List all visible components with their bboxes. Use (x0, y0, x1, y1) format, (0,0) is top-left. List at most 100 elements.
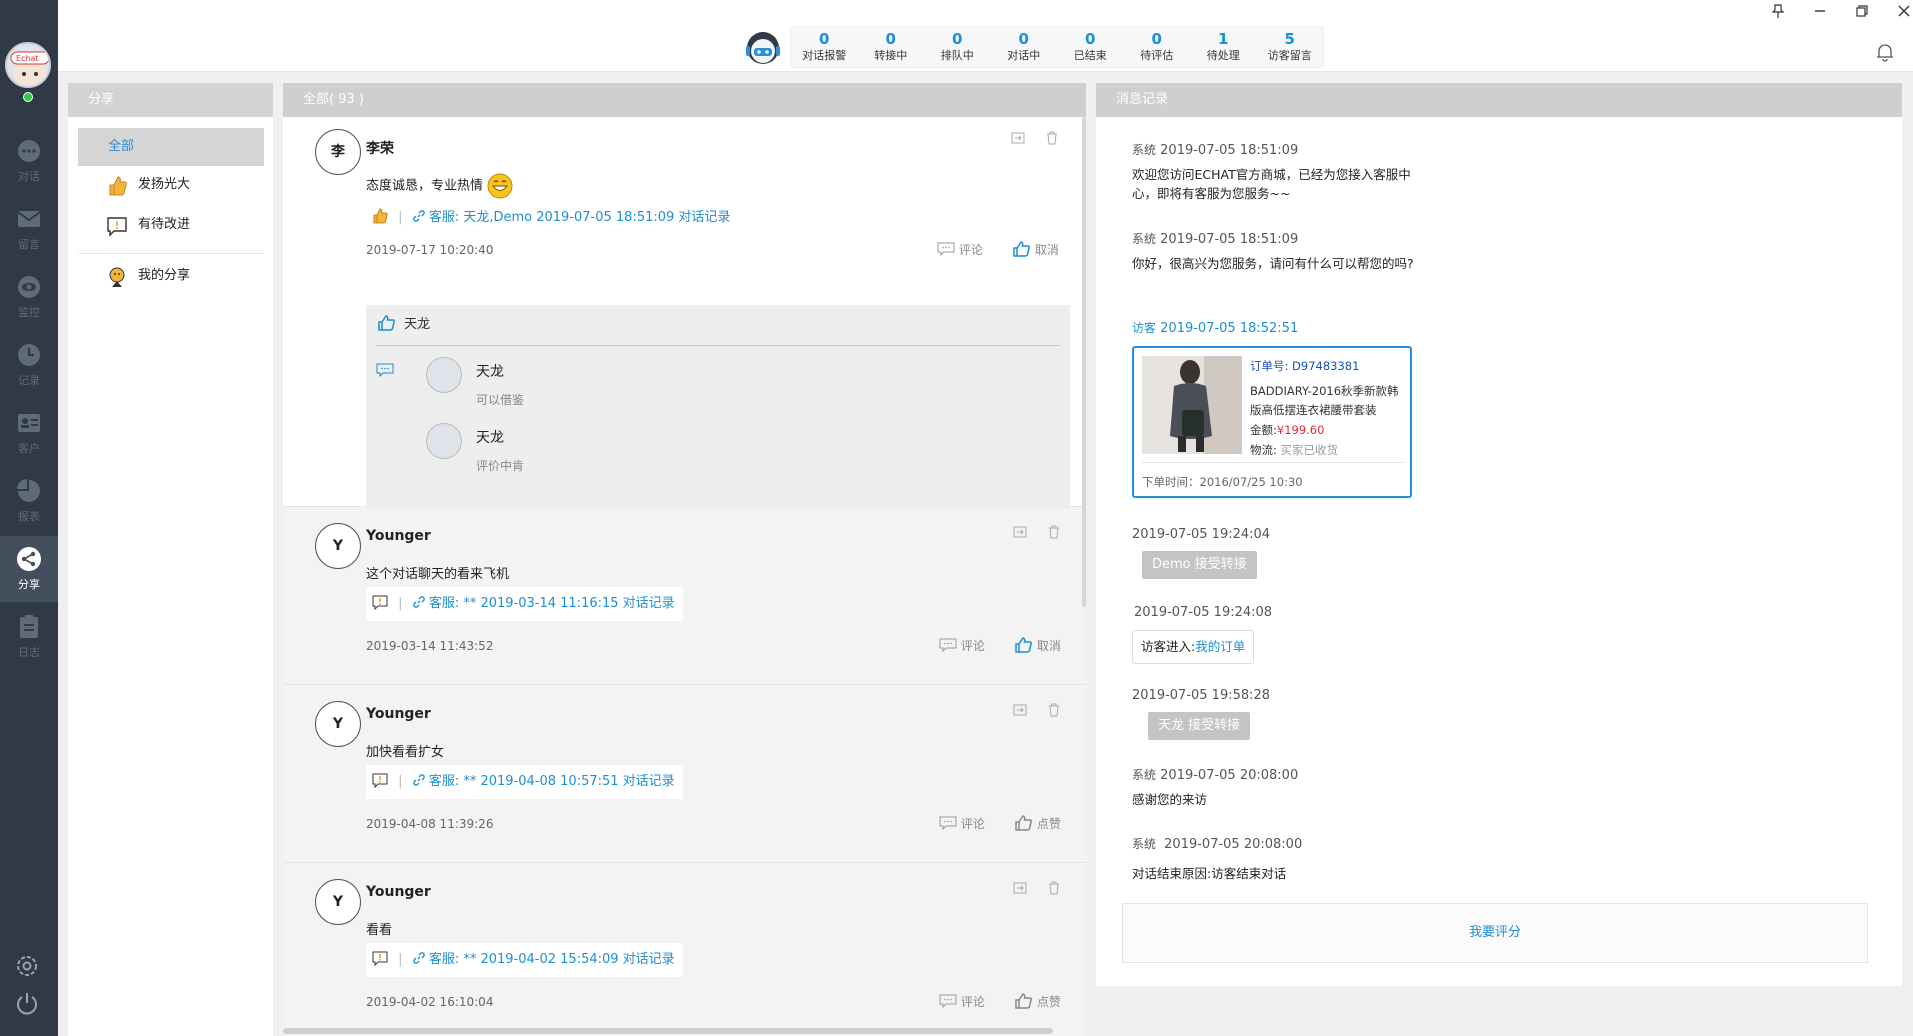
log-message: 你好，很高兴为您服务，请问有什么可以帮您的吗? (1132, 256, 1414, 271)
stat-item[interactable]: 5 访客留言 (1257, 27, 1324, 67)
user-avatar[interactable]: Echat (5, 42, 51, 88)
mail-icon (17, 211, 41, 227)
trash-icon[interactable] (1047, 525, 1061, 539)
order-number: 订单号: D97483381 (1250, 359, 1360, 373)
rate-button[interactable]: 我要评分 (1122, 903, 1868, 963)
share-icon (17, 547, 41, 571)
trash-icon[interactable] (1047, 703, 1061, 717)
agent-status-icon[interactable] (744, 28, 782, 68)
stat-item[interactable]: 0 排队中 (924, 27, 991, 67)
comment-button[interactable]: 评论 (939, 993, 985, 1010)
stat-item[interactable]: 0 待评估 (1124, 27, 1191, 67)
order-title: BADDIARY-2016秋季新款韩版高低摆连衣裙腰带套装 (1250, 384, 1399, 417)
conversation-link[interactable]: | 客服: ** 2019-04-02 15:54:09 对话记录 (366, 943, 683, 977)
log-message: 感谢您的来访 (1132, 792, 1208, 807)
comment-icon (939, 816, 957, 831)
nav-item-log[interactable]: 日志 (0, 604, 58, 670)
stat-item[interactable]: 0 转接中 (858, 27, 925, 67)
like-cancel-button[interactable]: 取消 (1013, 241, 1059, 258)
filter-label: 有待改进 (138, 217, 191, 232)
top-bar: 0 对话报警 0 转接中 0 排队中 0 对话中 0 已结束 0 待评估 1 待处理 5 访客留言 (58, 0, 1913, 72)
stat-item[interactable]: 0 已结束 (1057, 27, 1124, 67)
chat-icon (18, 140, 40, 162)
feed-scrollbar[interactable] (1082, 117, 1086, 607)
conversation-link[interactable]: | 客服: 天龙,Demo 2019-07-05 18:51:09 对话记录 (366, 201, 739, 235)
order-card[interactable]: 订单号: D97483381 BADDIARY-2016秋季新款韩版高低摆连衣裙… (1132, 346, 1412, 498)
filter-all[interactable]: 全部 (78, 128, 264, 166)
comment-button[interactable]: 评论 (937, 241, 983, 258)
filter-improve[interactable]: 有待改进 (78, 206, 264, 244)
eye-icon (18, 276, 40, 298)
settings-gear-icon[interactable] (14, 953, 40, 979)
bell-icon[interactable] (1876, 42, 1894, 62)
divider (376, 345, 1060, 346)
filter-my-shares[interactable]: 我的分享 (78, 257, 264, 295)
share-text: 这个对话聊天的看来飞机 (366, 567, 510, 582)
nav-label: 分享 (18, 578, 40, 591)
thumbs-up-icon (109, 176, 127, 196)
link-icon (412, 210, 425, 222)
nav-label: 留言 (18, 238, 40, 251)
share-date: 2019-03-14 11:43:52 (366, 639, 494, 653)
nav-item-share[interactable]: 分享 (0, 536, 58, 602)
minimize-icon[interactable] (1812, 3, 1828, 19)
avatar (426, 423, 462, 459)
close-icon[interactable] (1896, 3, 1912, 19)
thumbs-up-icon (378, 315, 395, 331)
trash-icon[interactable] (1045, 131, 1059, 145)
restore-icon[interactable] (1854, 3, 1870, 19)
comment-button[interactable]: 评论 (939, 637, 985, 654)
feed-horizontal-scrollbar[interactable] (283, 1028, 1053, 1034)
share-text: 态度诚恳，专业热情 (366, 173, 513, 199)
log-message: 欢迎您访问ECHAT官方商城，已经为您接入客服中心，即将有客服为您服务~~ (1132, 167, 1411, 201)
nav-item-chat[interactable]: 对话 (0, 128, 58, 194)
comment-icon (937, 242, 955, 257)
comment-icon (939, 638, 957, 653)
order-shipping: 物流: 买家已收货 (1250, 443, 1339, 457)
nav-label: 报表 (18, 510, 40, 523)
log-meta: 系统 2019-07-05 20:08:00 (1132, 837, 1303, 852)
divider (1142, 462, 1404, 463)
avatar (426, 357, 462, 393)
conversation-link[interactable]: | 客服: ** 2019-04-08 10:57:51 对话记录 (366, 765, 683, 799)
online-status-indicator (23, 92, 33, 102)
stat-item[interactable]: 0 对话报警 (791, 27, 858, 67)
log-meta: 2019-07-05 19:58:28 (1132, 688, 1271, 703)
stat-label: 已结束 (1073, 49, 1107, 62)
nav-item-records[interactable]: 记录 (0, 332, 58, 398)
like-button[interactable]: 点赞 (1015, 815, 1061, 832)
forward-icon[interactable] (1013, 525, 1027, 539)
stat-label: 对话报警 (802, 49, 847, 62)
forward-icon[interactable] (1013, 703, 1027, 717)
person-icon (109, 267, 125, 287)
filter-praise[interactable]: 发扬光大 (78, 166, 264, 204)
stat-item[interactable]: 1 待处理 (1190, 27, 1257, 67)
conversation-link[interactable]: | 客服: ** 2019-03-14 11:16:15 对话记录 (366, 587, 683, 621)
my-order-link[interactable]: 我的订单 (1195, 639, 1245, 654)
forward-icon[interactable] (1011, 131, 1025, 145)
nav-item-customers[interactable]: 客户 (0, 400, 58, 466)
nav-item-message[interactable]: 留言 (0, 196, 58, 262)
pin-icon[interactable] (1770, 3, 1786, 19)
log-meta: 访客 2019-07-05 18:52:51 (1132, 321, 1299, 336)
trash-icon[interactable] (1047, 881, 1061, 895)
stat-count: 0 (819, 30, 830, 48)
stat-item[interactable]: 0 对话中 (991, 27, 1058, 67)
like-cancel-button[interactable]: 取消 (1015, 637, 1061, 654)
liked-by: 天龙 (378, 313, 430, 332)
filter-label: 发扬光大 (138, 177, 191, 192)
nav-label: 记录 (18, 374, 40, 387)
share-date: 2019-04-02 16:10:04 (366, 995, 494, 1009)
stat-label: 排队中 (940, 49, 974, 62)
share-card: Y Younger 这个对话聊天的看来飞机 | 客服: ** 2019-03-1… (283, 507, 1086, 685)
contact-card-icon (18, 414, 40, 432)
logo-text: Echat (16, 54, 39, 63)
comment-button[interactable]: 评论 (939, 815, 985, 832)
nav-item-monitor[interactable]: 监控 (0, 264, 58, 330)
forward-icon[interactable] (1013, 881, 1027, 895)
log-meta: 系统 2019-07-05 20:08:00 (1132, 768, 1299, 783)
power-icon[interactable] (14, 990, 40, 1016)
stat-count: 5 (1284, 30, 1295, 48)
like-button[interactable]: 点赞 (1015, 993, 1061, 1010)
nav-item-reports[interactable]: 报表 (0, 468, 58, 534)
